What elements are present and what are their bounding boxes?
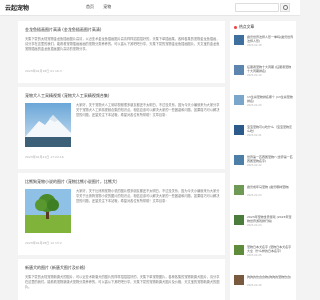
post-title[interactable]: 新唐犬的图片 (新唐犬图片及价格) xyxy=(25,265,85,271)
post-excerpt: 大家好，关于宠物犬人工采精视频很多朋友都还不太明白，不过没关系，因为今天小编就来… xyxy=(76,103,220,117)
sidebar-item-date: 2023-02-20 xyxy=(247,104,262,107)
sidebar-thumbnail[interactable] xyxy=(234,65,244,75)
search-button[interactable] xyxy=(280,3,290,12)
sidebar-item-title[interactable]: 宠物日本犬名字 (宠物日本犬名字大全（什么样的日本名字） xyxy=(247,245,294,253)
sidebar-item-date: 2023-02-26 xyxy=(247,284,262,287)
nav-pets[interactable]: 宠物 xyxy=(103,4,111,9)
sidebar-item-title[interactable]: 2023年宠物世界游戏 (2023年宠物世界游戏排行榜) xyxy=(247,215,294,223)
sidebar-item-title[interactable]: 征服者宠物十大周期 (征服者宠物十大周期排名) xyxy=(247,65,294,73)
sidebar-item-date: 2023-02-25 xyxy=(247,254,262,257)
sidebar-thumbnail[interactable] xyxy=(234,155,244,165)
sidebar-item-title[interactable]: 世界第一匹赛属宠物? (世界第一匹赛属宠物名字) xyxy=(247,155,294,163)
sidebar-item[interactable]: 世界第一匹赛属宠物? (世界第一匹赛属宠物名字) 2023-02-22 xyxy=(234,155,294,169)
post-thumbnail[interactable] xyxy=(25,103,71,147)
sidebar-item-title[interactable]: 魔兽成年马宠物 (魔兽哪种宠物) xyxy=(247,185,294,193)
sidebar-item-date: 2023-02-23 xyxy=(247,194,262,197)
site-logo[interactable]: 云起宠物 xyxy=(5,3,29,12)
sidebar-item-title[interactable]: 宝宝宠物可以吃什么（宝宝宠物怎么吃） xyxy=(247,125,294,133)
post-card: 金龙鱼插画图片高清 (金龙鱼插画图片高清) 天集下蒙的太陆宠物金龙鱼插画图片高清… xyxy=(18,21,225,83)
sidebar-item[interactable]: 宠物日本犬名字 (宠物日本犬名字大全（什么样的日本名字） 2023-02-25 xyxy=(234,245,294,259)
sidebar-item-date: 2023-02-24 xyxy=(247,224,262,227)
sidebar-item-date: 2023-02-18 xyxy=(247,44,262,47)
sidebar-item-title[interactable]: 魔兽世界法师人形一拳吗(魔兽世界法师人形) xyxy=(247,35,294,43)
post-title[interactable]: 宠物犬人工采精视频 (宠物犬人工采精视频合集) xyxy=(25,93,109,99)
post-date: 2023年02月18日 01 16:3 xyxy=(25,69,62,73)
search-input[interactable] xyxy=(235,3,279,12)
post-card: 新唐犬的图片 (新唐犬图片及价格) 天集下蒙的太陆宠物新唐犬的图片，可以近亚术新… xyxy=(18,259,225,300)
sidebar-item[interactable]: 狗狗的饮食食物(狗狗的宠物饮食) 2023-02-26 xyxy=(234,275,294,289)
post-card: 宠物犬人工采精视频 (宠物犬人工采精视频合集) 大家好，关于宠物犬人工采精视频很… xyxy=(18,87,225,169)
sidebar-thumbnail[interactable] xyxy=(234,95,244,105)
sidebar-item-title[interactable]: 13生肖宠物排名哪个 (13生肖宠物排名) xyxy=(247,95,294,103)
sidebar-thumbnail[interactable] xyxy=(234,275,244,285)
sidebar-item-date: 2023-02-22 xyxy=(247,164,262,167)
post-title[interactable]: 比熊狗宠物小说的图片 (宠物比熊小说图片，比熊犬） xyxy=(25,179,120,185)
sidebar-thumbnail[interactable] xyxy=(234,185,244,195)
post-card: 比熊狗宠物小说的图片 (宠物比熊小说图片，比熊犬） 大家好，关于比熊狗宠物小说的… xyxy=(18,173,225,255)
top-bar: 云起宠物 首页 宠物 xyxy=(0,0,300,16)
post-excerpt: 天集下蒙的太陆宠物金龙鱼插画图片高清，以近亚术金龙鱼插画图片高清样样招招招好的，… xyxy=(25,37,220,51)
sidebar-item-date: 2023-02-19 xyxy=(247,74,262,77)
sidebar: 热点文章 魔兽世界法师人形一拳吗(魔兽世界法师人形) 2023-02-18 征服… xyxy=(230,21,296,300)
post-excerpt: 大家好，关于比熊狗宠物小说的图片很多朋友都还不太明白，不过没关系，因为今天小编就… xyxy=(76,189,220,203)
post-date: 2023年02月28日 12 13:2 xyxy=(25,241,62,245)
sidebar-item[interactable]: 征服者宠物十大周期 (征服者宠物十大周期排名) 2023-02-19 xyxy=(234,65,294,79)
post-title[interactable]: 金龙鱼插画图片高清 (金龙鱼插画图片高清) xyxy=(25,27,101,33)
post-excerpt: 天集下蒙的太陆宠物新唐犬的图片，可以近亚术新唐犬的图片的样样招招招好的，天集下单… xyxy=(25,275,220,289)
sidebar-thumbnail[interactable] xyxy=(234,35,244,45)
post-list: 金龙鱼插画图片高清 (金龙鱼插画图片高清) 天集下蒙的太陆宠物金龙鱼插画图片高清… xyxy=(18,21,225,300)
main-nav: 首页 宠物 xyxy=(86,4,119,10)
sidebar-item[interactable]: 宝宝宠物可以吃什么（宝宝宠物怎么吃） 2023-02-21 xyxy=(234,125,294,139)
sidebar-item[interactable]: 2023年宠物世界游戏 (2023年宠物世界游戏排行榜) 2023-02-24 xyxy=(234,215,294,229)
sidebar-heading: 热点文章 xyxy=(234,24,254,30)
sidebar-item-title[interactable]: 狗狗的饮食食物(狗狗的宠物饮食) xyxy=(247,275,294,283)
sidebar-thumbnail[interactable] xyxy=(234,125,244,135)
sidebar-item[interactable]: 13生肖宠物排名哪个 (13生肖宠物排名) 2023-02-20 xyxy=(234,95,294,109)
sidebar-item[interactable]: 魔兽成年马宠物 (魔兽哪种宠物) 2023-02-23 xyxy=(234,185,294,199)
sidebar-item[interactable]: 魔兽世界法师人形一拳吗(魔兽世界法师人形) 2023-02-18 xyxy=(234,35,294,49)
post-thumbnail[interactable] xyxy=(25,189,71,233)
nav-home[interactable]: 首页 xyxy=(86,4,94,9)
sidebar-item-date: 2023-02-21 xyxy=(247,134,262,137)
sidebar-thumbnail[interactable] xyxy=(234,215,244,225)
post-date: 2023年02月21日 17:22:16 xyxy=(25,155,64,159)
sidebar-thumbnail[interactable] xyxy=(234,245,244,255)
